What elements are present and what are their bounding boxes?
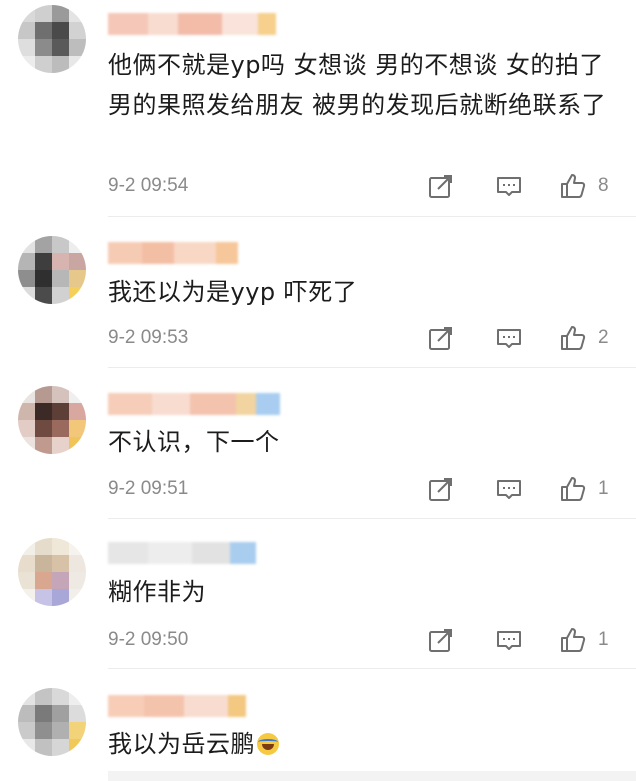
share-icon[interactable] xyxy=(428,173,454,199)
username-blurred[interactable] xyxy=(108,241,238,265)
divider xyxy=(108,668,636,669)
like-count: 2 xyxy=(598,327,609,348)
username-blurred[interactable] xyxy=(108,12,276,36)
avatar[interactable] xyxy=(18,538,86,606)
comment-meta: 9-2 09:51 1 xyxy=(108,474,628,504)
avatar[interactable] xyxy=(18,386,86,454)
comment-time: 9-2 09:53 xyxy=(108,327,189,348)
thumbs-up-icon[interactable] xyxy=(560,627,586,653)
thumbs-up-icon[interactable] xyxy=(560,325,586,351)
comment-text: 糊作非为 xyxy=(108,578,206,606)
username-blurred[interactable] xyxy=(108,392,280,416)
next-comment-preview xyxy=(108,771,636,781)
laughing-crying-emoji-icon xyxy=(257,733,279,755)
comment-text: 他俩不就是yp吗 女想谈 男的不想谈 女的拍了男的果照发给朋友 被男的发现后就断… xyxy=(108,51,607,119)
comment-icon[interactable] xyxy=(496,173,522,199)
comment-icon[interactable] xyxy=(496,627,522,653)
share-icon[interactable] xyxy=(428,325,454,351)
username-blurred[interactable] xyxy=(108,694,246,718)
comment-text: 我以为岳云鹏 xyxy=(108,724,628,764)
divider xyxy=(108,518,636,519)
comment-meta: 9-2 09:50 1 xyxy=(108,625,628,655)
comment-time: 9-2 09:50 xyxy=(108,629,189,650)
thumbs-up-icon[interactable] xyxy=(560,476,586,502)
avatar[interactable] xyxy=(18,688,86,756)
comment-time: 9-2 09:54 xyxy=(108,175,189,196)
comment-meta: 9-2 09:54 8 xyxy=(108,171,628,201)
share-icon[interactable] xyxy=(428,476,454,502)
share-icon[interactable] xyxy=(428,627,454,653)
like-count: 8 xyxy=(598,175,609,196)
thumbs-up-icon[interactable] xyxy=(560,173,586,199)
avatar[interactable] xyxy=(18,236,86,304)
comment-text: 不认识，下一个 xyxy=(108,428,280,456)
comment-meta: 9-2 09:53 2 xyxy=(108,323,628,353)
comment-icon[interactable] xyxy=(496,325,522,351)
comment-text-content: 我以为岳云鹏 xyxy=(108,730,255,758)
comment-icon[interactable] xyxy=(496,476,522,502)
comment-text: 我还以为是yyp 吓死了 xyxy=(108,278,358,306)
like-count: 1 xyxy=(598,629,609,650)
comment-time: 9-2 09:51 xyxy=(108,478,189,499)
divider xyxy=(108,216,636,217)
avatar[interactable] xyxy=(18,5,86,73)
username-blurred[interactable] xyxy=(108,541,256,565)
divider xyxy=(108,367,636,368)
like-count: 1 xyxy=(598,478,609,499)
